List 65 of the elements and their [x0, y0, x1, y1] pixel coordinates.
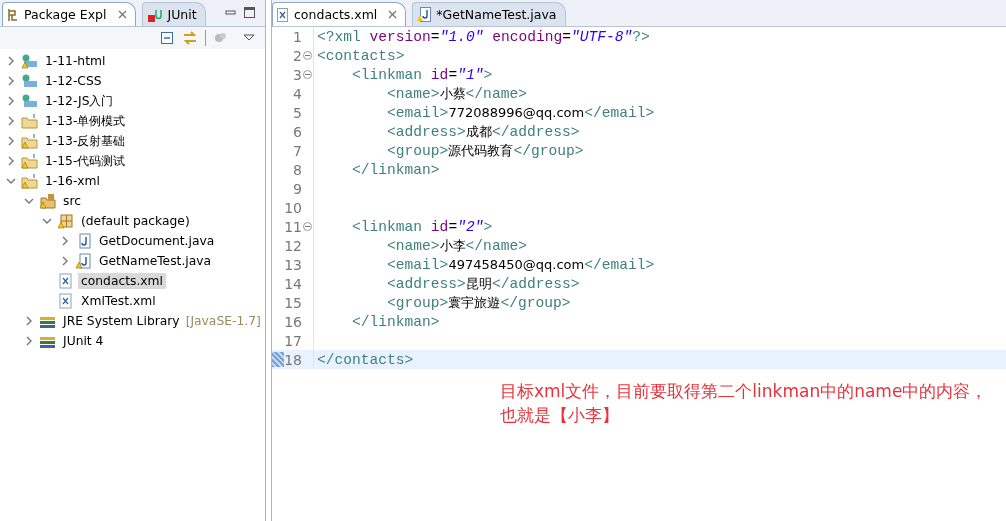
code-line: </linkman> [351, 161, 440, 178]
tree-item[interactable]: src [60, 193, 84, 209]
collapse-all-icon[interactable] [160, 31, 174, 45]
view-tab[interactable]: Package Expl [2, 2, 136, 26]
code-line: <address>成都</address> [386, 122, 580, 141]
close-icon[interactable] [117, 10, 127, 19]
line-number: 17 [284, 332, 302, 349]
view-tab[interactable]: JUnit [141, 2, 206, 26]
line-number: 15 [284, 294, 302, 311]
line-number: 4 [292, 85, 302, 102]
tree-item[interactable]: condacts.xml [78, 273, 166, 289]
code-line: <name>小李</name> [386, 236, 527, 255]
code-line: <?xml version="1.0" encoding="UTF-8"?> [316, 28, 650, 45]
tree-item[interactable]: (default package) [78, 213, 193, 229]
code-line: <linkman id="2"> [351, 218, 493, 235]
xml-file-icon [277, 7, 289, 22]
line-number: 1 [292, 28, 302, 45]
close-icon[interactable] [388, 10, 398, 19]
maximize-icon[interactable] [243, 6, 257, 20]
code-line: <address>昆明</address> [386, 274, 580, 293]
editor-tab[interactable]: condacts.xml [272, 2, 407, 26]
line-number: 13 [284, 256, 302, 273]
code-line: <name>小蔡</name> [386, 84, 527, 103]
code-line: </linkman> [351, 313, 440, 330]
tree-item[interactable]: 1-12-JS入门 [42, 91, 117, 111]
line-number: 6 [292, 123, 302, 140]
code-line: <group>寰宇旅遊</group> [386, 293, 571, 312]
line-number: 7 [292, 142, 302, 159]
java-file-warning-icon [417, 7, 432, 22]
code-line: <linkman id="1"> [351, 66, 493, 83]
code-line: </contacts> [316, 351, 414, 368]
tree-item[interactable]: GetDocument.java [96, 233, 218, 249]
view-menu-icon[interactable] [243, 34, 255, 42]
line-number: 14 [284, 275, 302, 292]
tree-item[interactable]: GetNameTest.java [96, 253, 215, 269]
editor-tab[interactable]: *GetNameTest.java [412, 2, 566, 26]
code-line: <email>497458450@qq.com</email> [386, 256, 655, 273]
code-line: <email>772088996@qq.com</email> [386, 104, 655, 121]
tree-item[interactable]: 1-13-单例模式 [42, 111, 129, 131]
fold-minus-icon[interactable] [303, 222, 312, 231]
line-number: 16 [284, 313, 302, 330]
fold-minus-icon[interactable] [303, 51, 312, 60]
line-number: 2 [292, 47, 302, 64]
line-number: 9 [292, 180, 302, 197]
tree-item[interactable]: 1-12-CSS [42, 73, 105, 89]
tree-item[interactable]: 1-13-反射基础 [42, 131, 129, 151]
line-number: 8 [292, 161, 302, 178]
fold-minus-icon[interactable] [303, 70, 312, 79]
tree-item[interactable]: JRE System Library [60, 313, 183, 329]
line-number: 12 [284, 237, 302, 254]
package-explorer-icon [7, 7, 19, 22]
line-number: 10 [284, 199, 302, 216]
tree-item[interactable]: JUnit 4 [60, 333, 107, 349]
line-number: 18 [284, 351, 302, 368]
tree-item[interactable]: 1-11-html [42, 53, 109, 69]
code-line: <contacts> [316, 47, 405, 64]
annotation-text: 目标xml文件，目前要取得第二个linkman中的name中的内容，也就是【小李】 [500, 380, 988, 427]
line-number: 3 [292, 66, 302, 83]
tree-item[interactable]: 1-15-代码测试 [42, 151, 129, 171]
code-line: <group>源代码教育</group> [386, 141, 584, 160]
line-number: 5 [292, 104, 302, 121]
line-number: 11 [284, 218, 302, 235]
tree-item[interactable]: 1-16-xml [42, 173, 104, 189]
tree-item-decoration: [JavaSE-1.7] [185, 314, 261, 328]
tree-item[interactable]: XmlTest.xml [78, 293, 159, 309]
